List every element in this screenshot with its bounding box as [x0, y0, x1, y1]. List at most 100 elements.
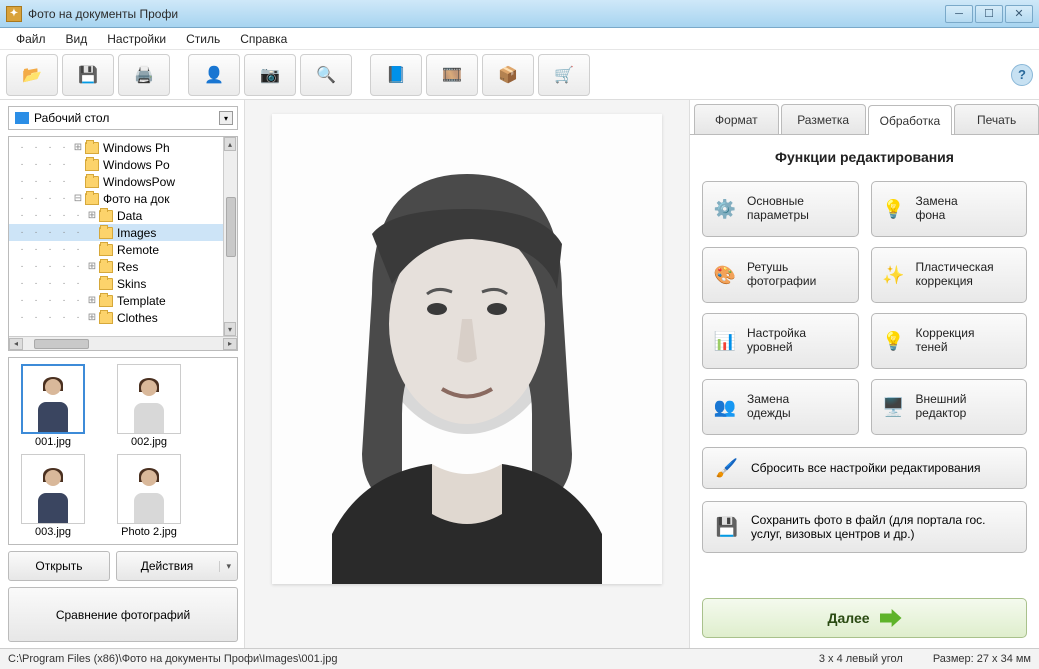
tb-film[interactable]: 🎞️ — [426, 54, 478, 96]
tree-item[interactable]: ·····Remote — [9, 241, 237, 258]
help-icon[interactable]: ? — [1011, 64, 1033, 86]
scroll-down-icon[interactable]: ▾ — [224, 322, 236, 336]
folder-icon — [99, 244, 113, 256]
tree-item[interactable]: ····WindowsPow — [9, 173, 237, 190]
actions-button[interactable]: Действия — [116, 551, 238, 581]
clothes-icon: 👥 — [711, 393, 739, 421]
fn-label: Внешнийредактор — [916, 393, 967, 421]
brush-icon: 🖌️ — [713, 454, 741, 482]
menu-view[interactable]: Вид — [58, 30, 96, 48]
hscroll-thumb[interactable] — [34, 339, 89, 349]
tab-layout[interactable]: Разметка — [781, 104, 866, 134]
app-icon: ✦ — [6, 6, 22, 22]
right-panel: Формат Разметка Обработка Печать Функции… — [689, 100, 1039, 648]
folder-icon — [99, 295, 113, 307]
fn-plastic-button[interactable]: ✨ Пластическаякоррекция — [871, 247, 1028, 303]
shadow-icon: 💡 — [880, 327, 908, 355]
thumb-item[interactable]: 002.jpg — [109, 364, 189, 448]
tree-label: Remote — [117, 243, 159, 257]
left-panel: Рабочий стол ▾ ····⊞Windows Ph····Window… — [0, 100, 245, 648]
tree-item[interactable]: ·····⊞Clothes — [9, 309, 237, 326]
folder-icon — [85, 142, 99, 154]
tb-box[interactable]: 📦 — [482, 54, 534, 96]
menu-settings[interactable]: Настройки — [99, 30, 174, 48]
menu-file[interactable]: Файл — [8, 30, 54, 48]
folder-icon — [85, 159, 99, 171]
reset-button[interactable]: 🖌️ Сбросить все настройки редактирования — [702, 447, 1027, 489]
menubar: Файл Вид Настройки Стиль Справка — [0, 28, 1039, 50]
vscroll-thumb[interactable] — [226, 197, 236, 257]
tb-new[interactable]: 📂 — [6, 54, 58, 96]
tree-item[interactable]: ·····⊞Res — [9, 258, 237, 275]
thumb-item[interactable]: 003.jpg — [13, 454, 93, 538]
thumb-item[interactable]: Photo 2.jpg — [109, 454, 189, 538]
tree-item[interactable]: ·····⊞Template — [9, 292, 237, 309]
menu-help[interactable]: Справка — [232, 30, 295, 48]
menu-style[interactable]: Стиль — [178, 30, 228, 48]
plastic-icon: ✨ — [880, 261, 908, 289]
thumb-label: 001.jpg — [13, 436, 93, 448]
fn-levels-button[interactable]: 📊Настройкауровней — [702, 313, 859, 369]
fn-label: Основныепараметры — [747, 195, 809, 223]
tab-format[interactable]: Формат — [694, 104, 779, 134]
levels-icon: 📊 — [711, 327, 739, 355]
compare-button[interactable]: Сравнение фотографий — [8, 587, 238, 642]
tb-camera[interactable]: 📷 — [244, 54, 296, 96]
fn-label: Заменафона — [916, 195, 958, 223]
preview-area — [245, 100, 689, 648]
desktop-icon — [15, 112, 29, 124]
ext-icon: 🖥️ — [880, 393, 908, 421]
next-label: Далее — [827, 610, 869, 626]
scroll-up-icon[interactable]: ▴ — [224, 137, 236, 151]
tree-item[interactable]: ····Windows Po — [9, 156, 237, 173]
tree-item[interactable]: ·····Images — [9, 224, 237, 241]
tb-book[interactable]: 📘 — [370, 54, 422, 96]
thumb-label: 003.jpg — [13, 526, 93, 538]
tree-label: Windows Ph — [103, 141, 170, 155]
location-combo[interactable]: Рабочий стол ▾ — [8, 106, 238, 130]
thumb-image — [21, 364, 85, 434]
tree-item[interactable]: ····⊞Windows Ph — [9, 139, 237, 156]
tree-hscroll[interactable]: ◂ ▸ — [9, 336, 237, 350]
scroll-right-icon[interactable]: ▸ — [223, 338, 237, 350]
fn-bg-button[interactable]: 💡Заменафона — [871, 181, 1028, 237]
thumb-label: 002.jpg — [109, 436, 189, 448]
tree-vscroll[interactable]: ▴ ▾ — [223, 137, 237, 336]
minimize-button[interactable]: ─ — [945, 5, 973, 23]
fn-clothes-button[interactable]: 👥Заменаодежды — [702, 379, 859, 435]
tb-save[interactable]: 💾 — [62, 54, 114, 96]
tb-zoom[interactable]: 🔍 — [300, 54, 352, 96]
tab-print[interactable]: Печать — [954, 104, 1039, 134]
tree-item[interactable]: ····⊟Фото на док — [9, 190, 237, 207]
tb-profile[interactable]: 👤 — [188, 54, 240, 96]
tree-item[interactable]: ·····Skins — [9, 275, 237, 292]
next-button[interactable]: Далее — [702, 598, 1027, 638]
status-size: Размер: 27 x 34 мм — [933, 653, 1031, 665]
folder-tree[interactable]: ····⊞Windows Ph····Windows Po····Windows… — [8, 136, 238, 351]
fn-retouch-button[interactable]: 🎨Ретушьфотографии — [702, 247, 859, 303]
chevron-down-icon[interactable]: ▾ — [219, 111, 233, 125]
maximize-button[interactable]: ☐ — [975, 5, 1003, 23]
open-button[interactable]: Открыть — [8, 551, 110, 581]
tabs: Формат Разметка Обработка Печать — [690, 100, 1039, 134]
fn-basic-button[interactable]: ⚙️Основныепараметры — [702, 181, 859, 237]
tb-print[interactable]: 🖨️ — [118, 54, 170, 96]
thumb-label: Photo 2.jpg — [109, 526, 189, 538]
tab-process[interactable]: Обработка — [868, 105, 953, 135]
close-button[interactable]: ✕ — [1005, 5, 1033, 23]
disk-icon: 💾 — [713, 513, 741, 541]
tree-label: Data — [117, 209, 142, 223]
reset-label: Сбросить все настройки редактирования — [751, 461, 981, 475]
tree-label: Skins — [117, 277, 146, 291]
scroll-left-icon[interactable]: ◂ — [9, 338, 23, 350]
folder-icon — [99, 227, 113, 239]
folder-icon — [99, 210, 113, 222]
save-file-button[interactable]: 💾 Сохранить фото в файл (для портала гос… — [702, 501, 1027, 553]
fn-shadow-button[interactable]: 💡Коррекциятеней — [871, 313, 1028, 369]
tree-label: Windows Po — [103, 158, 170, 172]
fn-label: Пластическаякоррекция — [916, 261, 994, 289]
tb-cart[interactable]: 🛒 — [538, 54, 590, 96]
thumb-item[interactable]: 001.jpg — [13, 364, 93, 448]
tree-item[interactable]: ·····⊞Data — [9, 207, 237, 224]
fn-ext-button[interactable]: 🖥️ Внешнийредактор — [871, 379, 1028, 435]
